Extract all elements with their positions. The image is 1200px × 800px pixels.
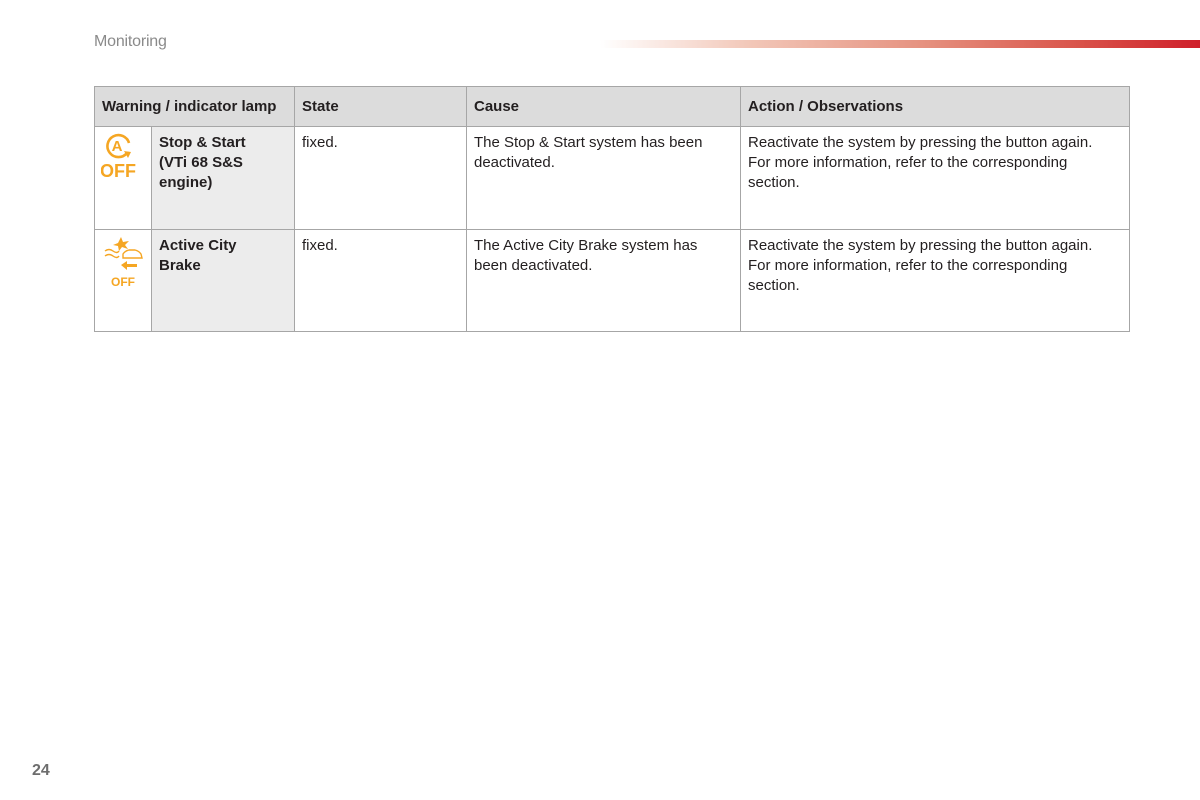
column-header-cause: Cause	[466, 86, 741, 127]
table-header-row: Warning / indicator lamp State Cause Act…	[94, 86, 1130, 127]
lamp-name-line: Stop & Start	[159, 134, 246, 151]
header-accent-bar	[600, 40, 1200, 48]
stop-start-off-icon: A OFF	[100, 133, 136, 181]
lamp-cause: The Active City Brake system has been de…	[466, 229, 741, 332]
table-row: A OFF Stop & Start (VTi 68 S&S engine) f…	[94, 126, 1130, 230]
warning-lamp-table: Warning / indicator lamp State Cause Act…	[94, 86, 1130, 332]
lamp-name: Active City Brake	[151, 229, 295, 332]
lamp-name-line: engine)	[159, 174, 213, 191]
lamp-state: fixed.	[294, 126, 467, 230]
svg-text:OFF: OFF	[101, 161, 136, 181]
column-header-action: Action / Observations	[740, 86, 1130, 127]
svg-text:OFF: OFF	[111, 275, 135, 289]
column-header-state: State	[294, 86, 467, 127]
column-header-lamp: Warning / indicator lamp	[94, 86, 295, 127]
lamp-name-line: Brake	[159, 257, 201, 274]
lamp-icon-cell: OFF	[94, 229, 152, 332]
lamp-state: fixed.	[294, 229, 467, 332]
lamp-icon-cell: A OFF	[94, 126, 152, 230]
table-row: OFF Active City Brake fixed. The Active …	[94, 229, 1130, 332]
lamp-name: Stop & Start (VTi 68 S&S engine)	[151, 126, 295, 230]
active-city-brake-off-icon: OFF	[104, 237, 143, 289]
lamp-cause: The Stop & Start system has been deactiv…	[466, 126, 741, 230]
section-title: Monitoring	[94, 33, 167, 50]
action-line: Reactivate the system by pressing the bu…	[748, 237, 1093, 254]
lamp-action: Reactivate the system by pressing the bu…	[740, 229, 1130, 332]
action-line: For more information, refer to the corre…	[748, 257, 1068, 294]
lamp-name-line: (VTi 68 S&S	[159, 154, 243, 171]
lamp-name-line: Active City	[159, 237, 237, 254]
page-number: 24	[32, 762, 50, 779]
lamp-action: Reactivate the system by pressing the bu…	[740, 126, 1130, 230]
svg-text:A: A	[112, 138, 123, 155]
action-line: For more information, refer to the corre…	[748, 154, 1068, 191]
action-line: Reactivate the system by pressing the bu…	[748, 134, 1093, 151]
